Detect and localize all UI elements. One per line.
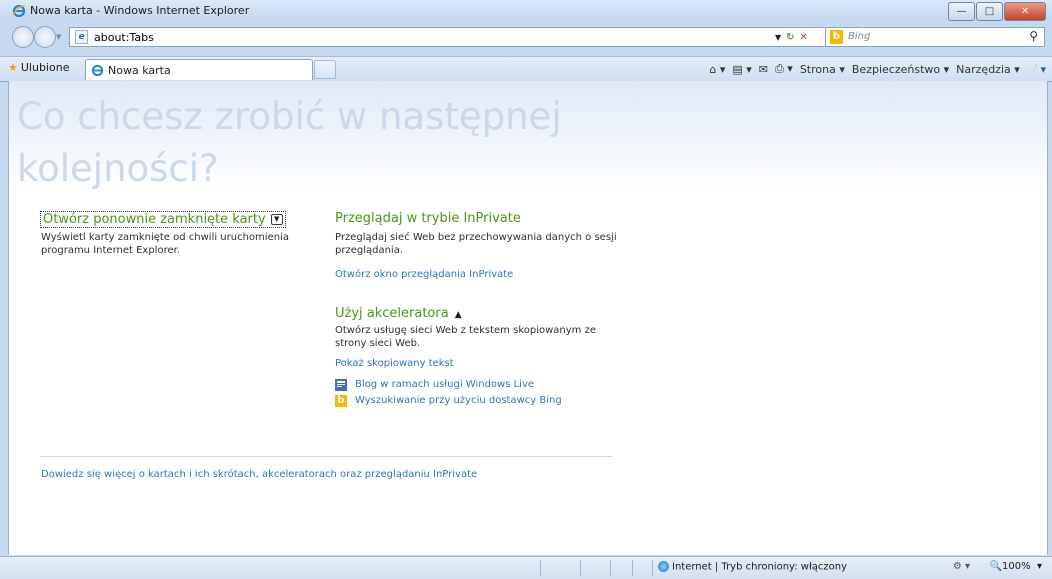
bing-search-icon: b — [335, 395, 347, 407]
new-tab-button[interactable] — [314, 60, 336, 79]
ie-tab-icon — [91, 64, 104, 77]
maximize-button[interactable]: □ — [976, 2, 1003, 21]
status-separator — [610, 560, 611, 576]
favorites-label: Ulubione — [20, 61, 70, 74]
help-icon[interactable]: ❔▾ — [1027, 63, 1046, 76]
feeds-icon[interactable]: ▤ ▾ — [732, 63, 751, 76]
security-zone[interactable]: Internet | Tryb chroniony: włączony — [658, 561, 847, 573]
page-icon: e — [75, 30, 88, 44]
address-url[interactable]: about:Tabs — [94, 31, 154, 44]
inprivate-link[interactable]: Otwórz okno przeglądania InPrivate — [335, 269, 513, 280]
inprivate-desc: Przeglądaj sieć Web bez przechowywania d… — [335, 232, 617, 256]
status-separator — [540, 560, 541, 576]
tab-new[interactable]: Nowa karta — [85, 59, 313, 80]
page-menu-label: Strona — [799, 62, 836, 76]
page-content: Co chcesz zrobić w następnej kolejności?… — [8, 81, 1048, 555]
print-icon[interactable]: ⎙ ▾ — [775, 62, 793, 76]
divider — [40, 456, 612, 457]
status-separator — [652, 560, 653, 576]
page-heading: Co chcesz zrobić w następnej kolejności? — [17, 95, 562, 190]
learn-more-link[interactable]: Dowiedz się więcej o kartach i ich skrót… — [41, 469, 477, 480]
home-icon[interactable]: ⌂ ▾ — [709, 63, 725, 76]
address-bar[interactable]: e about:Tabs — [69, 27, 834, 47]
protected-mode-icon[interactable]: ⚙ ▾ — [953, 561, 970, 572]
accelerator-item-blog[interactable]: Blog w ramach usługi Windows Live — [355, 379, 534, 390]
ie-window: Nowa karta - Windows Internet Explorer —… — [0, 0, 1052, 579]
search-box[interactable]: b Bing ⚲ — [825, 27, 1045, 47]
status-bar: Internet | Tryb chroniony: włączony ⚙ ▾ … — [0, 556, 1052, 579]
accelerator-item-bing[interactable]: Wyszukiwanie przy użyciu dostawcy Bing — [355, 395, 562, 406]
title-bar: Nowa karta - Windows Internet Explorer —… — [0, 0, 1052, 22]
tab-row: ★ Ulubione Nowa karta ⌂ ▾ ▤ ▾ ✉ ⎙ ▾ Stron… — [0, 56, 1052, 82]
mail-icon[interactable]: ✉ — [759, 63, 768, 76]
address-dropdown-icon[interactable]: ▼ — [775, 33, 781, 42]
inprivate-title: Przeglądaj w trybie InPrivate — [335, 211, 521, 226]
show-copied-text-link[interactable]: Pokaż skopiowany tekst — [335, 358, 454, 369]
tools-menu[interactable]: Narzędzia ▾ — [956, 63, 1020, 76]
accelerator-title-label: Użyj akceleratora — [335, 306, 449, 321]
security-zone-label: Internet | Tryb chroniony: włączony — [672, 561, 848, 573]
accelerator-desc: Otwórz usługę sieci Web z tekstem skopio… — [335, 325, 596, 349]
stop-icon[interactable]: ✕ — [800, 32, 808, 43]
favorites-star-icon: ★ — [8, 61, 18, 74]
window-title: Nowa karta - Windows Internet Explorer — [30, 4, 250, 17]
history-dropdown-icon[interactable]: ▼ — [56, 33, 61, 41]
ie-logo-icon — [12, 4, 26, 18]
chevron-down-icon[interactable]: ▼ — [270, 214, 283, 225]
globe-icon — [658, 561, 669, 572]
reopen-tabs-desc: Wyświetl karty zamknięte od chwili uruch… — [41, 232, 289, 256]
accelerator-title: Użyj akceleratora ▲ — [335, 306, 462, 321]
search-placeholder[interactable]: Bing — [848, 31, 870, 42]
reopen-tabs-title[interactable]: Otwórz ponownie zamknięte karty ▼ — [40, 211, 286, 228]
refresh-icon[interactable]: ↻ — [786, 32, 794, 43]
window-controls: — □ ✕ — [947, 2, 1046, 21]
status-separator — [632, 560, 633, 576]
status-separator — [580, 560, 581, 576]
bing-icon: b — [830, 30, 843, 44]
tools-menu-label: Narzędzia — [956, 62, 1011, 76]
security-menu[interactable]: Bezpieczeństwo ▾ — [852, 63, 949, 76]
chevron-up-icon[interactable]: ▲ — [455, 310, 462, 320]
minimize-button[interactable]: — — [948, 2, 975, 21]
zoom-level: 100% — [1002, 561, 1031, 572]
security-menu-label: Bezpieczeństwo — [851, 62, 941, 76]
tab-label: Nowa karta — [108, 64, 171, 77]
windows-live-blog-icon — [335, 379, 347, 391]
page-menu[interactable]: Strona ▾ — [800, 63, 845, 76]
command-bar: ⌂ ▾ ▤ ▾ ✉ ⎙ ▾ Strona ▾ Bezpieczeństwo ▾ … — [702, 62, 1046, 76]
address-row: ▼ e about:Tabs ▼ ↻ ✕ b Bing ⚲ — [0, 22, 1052, 52]
search-icon[interactable]: ⚲ — [1029, 29, 1038, 43]
forward-button[interactable] — [34, 26, 56, 48]
favorites-button[interactable]: ★ Ulubione — [8, 61, 69, 74]
back-button[interactable] — [12, 26, 34, 48]
close-button[interactable]: ✕ — [1004, 2, 1046, 21]
reopen-tabs-label: Otwórz ponownie zamknięte karty — [43, 212, 266, 227]
zoom-control[interactable]: 🔍100% ▾ — [990, 561, 1042, 572]
